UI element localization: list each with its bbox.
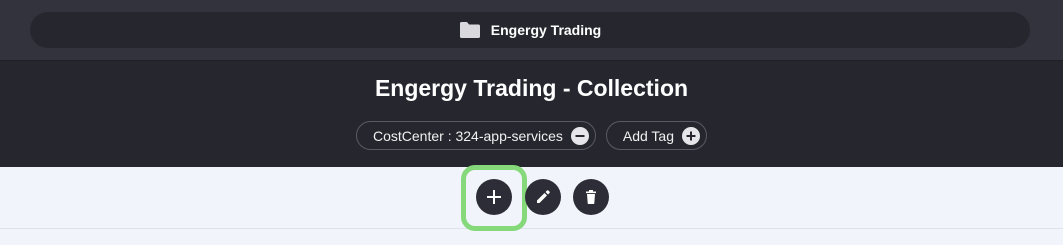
page-title: Engergy Trading - Collection: [374, 75, 689, 101]
trash-icon: [586, 190, 596, 204]
tag-label: CostCenter : 324-app-services: [373, 127, 563, 144]
top-bar: Engergy Trading: [0, 0, 1063, 61]
breadcrumb[interactable]: Engergy Trading: [30, 12, 1030, 48]
tag-list: CostCenter : 324-app-services Add Tag: [0, 121, 1063, 150]
folder-icon: [459, 22, 480, 38]
minus-circle-icon[interactable]: [570, 126, 589, 145]
collection-header: Engergy Trading - Collection CostCenter …: [0, 61, 1063, 167]
add-button[interactable]: [476, 179, 512, 215]
delete-button[interactable]: [573, 179, 609, 215]
tag-costcenter: CostCenter : 324-app-services: [356, 121, 596, 150]
edit-button[interactable]: [525, 179, 561, 215]
add-tag-label: Add Tag: [622, 127, 674, 144]
divider: [0, 228, 1063, 229]
breadcrumb-label: Engergy Trading: [490, 22, 602, 38]
pencil-icon: [537, 190, 550, 203]
plus-circle-icon[interactable]: [682, 126, 700, 145]
plus-icon: [487, 190, 501, 204]
add-tag-button[interactable]: Add Tag: [605, 121, 707, 150]
